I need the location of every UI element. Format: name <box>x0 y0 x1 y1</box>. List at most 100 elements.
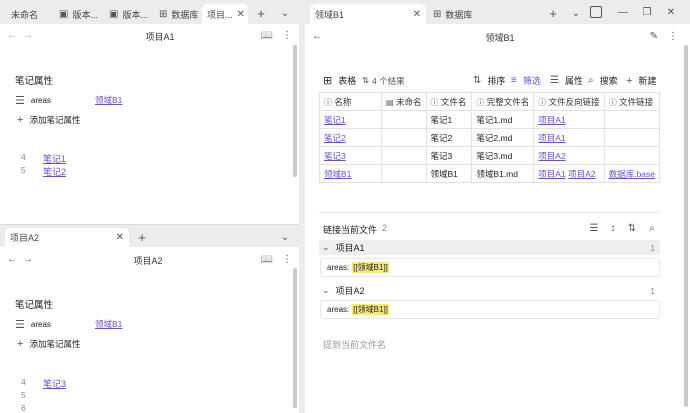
note-link[interactable]: 笔记1 <box>43 152 66 165</box>
table-cell[interactable]: 笔记3 <box>425 146 473 165</box>
tab-version-1[interactable]: ▣ 版本... <box>54 4 102 24</box>
tab-version-2[interactable]: ▣ 版本... <box>104 4 152 24</box>
table-row[interactable]: 领域B1 领域B1 领域B1.md 项目A1 项目A2 数据库.base <box>318 164 661 183</box>
scrollbar[interactable] <box>293 268 297 408</box>
column-header[interactable]: ⓘ 名称 <box>318 92 383 111</box>
table-cell[interactable]: 领域B1.md <box>471 164 535 183</box>
tab-untitled[interactable]: 未命名 <box>6 4 52 24</box>
list-icon[interactable]: ☰ <box>588 222 600 234</box>
table-cell[interactable]: 笔记2.md <box>471 128 535 147</box>
close-window-icon[interactable]: ✕ <box>665 6 677 18</box>
back-icon[interactable]: ← <box>6 253 18 265</box>
prop-value-link[interactable]: 领域B1 <box>95 318 122 330</box>
new-button[interactable]: + 新建 <box>626 74 656 87</box>
close-icon[interactable]: ✕ <box>116 232 124 243</box>
close-icon[interactable]: ✕ <box>413 9 421 20</box>
note-link[interactable]: 笔记2 <box>43 165 66 178</box>
name-link[interactable]: 笔记1 <box>324 115 346 125</box>
sort-button[interactable]: ⇅ 排序 <box>473 74 505 87</box>
book-icon[interactable]: 📖 <box>261 253 273 265</box>
chevron-down-icon[interactable]: ⌄ <box>278 6 292 20</box>
close-icon[interactable]: ✕ <box>237 9 245 20</box>
tab-project[interactable]: 项目... ✕ <box>202 4 248 24</box>
more-icon[interactable]: ⋮ <box>282 29 292 41</box>
note-link[interactable]: 笔记3 <box>43 377 66 390</box>
tab-database[interactable]: ⊞ 数据库 <box>428 4 532 24</box>
backlink[interactable]: 项目A1 <box>538 115 565 125</box>
tab-database[interactable]: ⊞ 数据库 <box>154 4 200 24</box>
highlighted-link[interactable]: [[领域B1]] <box>352 262 389 273</box>
table-cell[interactable]: 笔记1.md <box>471 110 535 129</box>
back-icon[interactable]: ← <box>311 30 323 42</box>
table-cell[interactable]: 笔记2 <box>425 128 473 147</box>
search-icon[interactable]: ⌕ <box>646 222 658 234</box>
forward-icon[interactable]: → <box>22 29 34 41</box>
file-link[interactable]: 数据库.base <box>609 169 655 179</box>
table-cell[interactable] <box>603 128 661 147</box>
backlink[interactable]: 项目A2 <box>568 169 595 179</box>
table-cell[interactable]: 领域B1 <box>425 164 473 183</box>
table-row[interactable]: 笔记1 笔记1 笔记1.md 项目A1 <box>318 110 661 129</box>
backlink-context[interactable]: areas: [[领域B1]] <box>320 300 660 319</box>
table-cell[interactable] <box>381 164 427 183</box>
table-row[interactable]: 笔记2 笔记2 笔记2.md 项目A1 <box>318 128 661 147</box>
backlink-context[interactable]: areas: [[领域B1]] <box>320 258 660 277</box>
forward-icon[interactable]: → <box>22 253 34 265</box>
back-icon[interactable]: ← <box>6 29 18 41</box>
tab-project-a2[interactable]: 项目A2 ✕ <box>5 228 129 247</box>
column-header[interactable]: ⓘ 文件链接 <box>603 92 661 111</box>
filter-button[interactable]: ≡ 筛选 <box>511 74 541 87</box>
table-cell[interactable]: 笔记3.md <box>471 146 535 165</box>
table-cell[interactable] <box>381 146 427 165</box>
sort-icon[interactable]: ⇅ <box>626 222 638 234</box>
expand-icon[interactable]: ↕ <box>607 222 619 234</box>
name-link[interactable]: 笔记3 <box>324 151 346 161</box>
backlinks-count: 2 <box>382 223 388 233</box>
backlink-group-header[interactable]: ⌄ 项目A2 1 <box>319 283 660 298</box>
table-cell[interactable] <box>381 110 427 129</box>
backlink[interactable]: 项目A2 <box>538 151 565 161</box>
search-button[interactable]: ⌕ 搜索 <box>588 74 618 87</box>
table-cell[interactable]: 笔记1 <box>425 110 473 129</box>
add-prop-button[interactable]: + 添加笔记属性 <box>17 338 80 350</box>
backlink[interactable]: 项目A1 <box>538 133 565 143</box>
new-tab-icon[interactable]: + <box>135 230 149 245</box>
table-row[interactable]: 笔记3 笔记3 笔记3.md 项目A2 <box>318 146 661 165</box>
split-divider[interactable] <box>299 0 305 413</box>
view-selector[interactable]: ⊞ 表格 ⇅ <box>323 74 369 87</box>
column-header[interactable]: ⓘ 完整文件名 <box>471 92 535 111</box>
book-icon[interactable]: 📖 <box>261 29 273 41</box>
chevron-down-icon[interactable]: ⌄ <box>278 230 292 244</box>
name-link[interactable]: 领域B1 <box>324 169 351 179</box>
name-link[interactable]: 笔记2 <box>324 133 346 143</box>
column-header[interactable]: ⓘ 文件反向链接 <box>533 92 605 111</box>
properties-button[interactable]: ☰ 属性 <box>550 74 583 87</box>
tab-domain-b1[interactable]: 领域B1 ✕ <box>310 4 426 24</box>
backlink-group-header[interactable]: ⌄ 项目A1 1 <box>319 240 660 255</box>
column-header[interactable]: ▤ 未命名 <box>381 92 427 111</box>
list-icon: ☰ <box>550 75 559 86</box>
edit-icon[interactable]: ✎ <box>648 30 660 42</box>
more-icon[interactable]: ⋮ <box>668 30 678 42</box>
backlink[interactable]: 项目A1 <box>538 169 565 179</box>
prop-row-areas[interactable]: ☰ areas <box>15 318 51 331</box>
scrollbar[interactable] <box>684 45 688 407</box>
sidebar-toggle-icon[interactable] <box>590 6 602 18</box>
add-prop-button[interactable]: + 添加笔记属性 <box>17 114 80 126</box>
highlighted-link[interactable]: [[领域B1]] <box>352 304 389 315</box>
sort-icon: ⇅ <box>473 75 482 86</box>
table-cell[interactable] <box>381 128 427 147</box>
column-header[interactable]: ⓘ 文件名 <box>425 92 473 111</box>
scrollbar[interactable] <box>293 45 297 177</box>
prop-value-link[interactable]: 领域B1 <box>95 94 122 106</box>
new-tab-icon[interactable]: + <box>254 6 268 21</box>
table-cell[interactable] <box>603 110 661 129</box>
prop-row-areas[interactable]: ☰ areas <box>15 94 51 107</box>
chevron-down-icon[interactable]: ⌄ <box>569 6 583 20</box>
restore-icon[interactable]: ❐ <box>641 6 653 18</box>
more-icon[interactable]: ⋮ <box>282 253 292 265</box>
table-cell[interactable] <box>603 146 661 165</box>
unlinked-mentions[interactable]: 提到当前文件名 <box>323 338 386 351</box>
new-tab-icon[interactable]: + <box>546 6 560 21</box>
minimize-icon[interactable]: — <box>617 6 629 18</box>
